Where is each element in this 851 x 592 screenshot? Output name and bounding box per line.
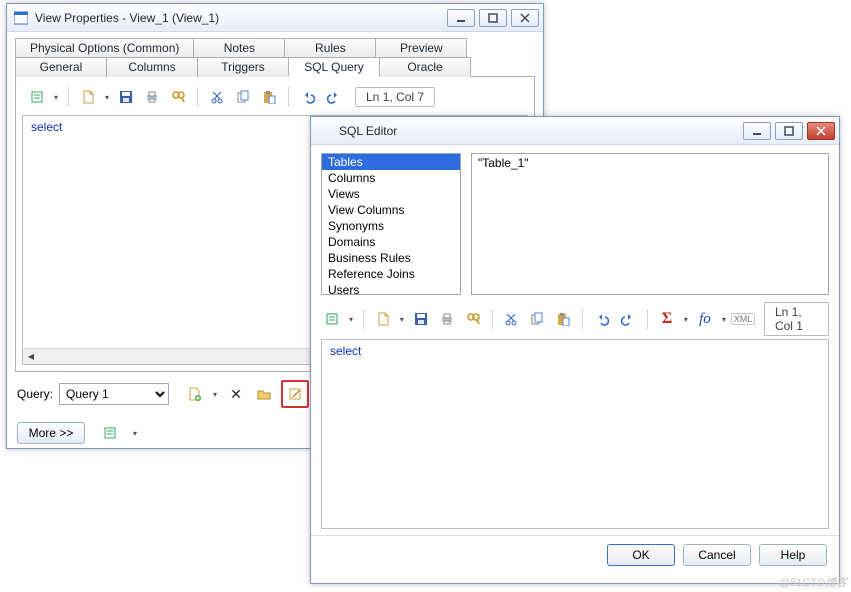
print-icon[interactable] — [141, 86, 163, 108]
tab-general[interactable]: General — [15, 57, 107, 77]
paste-icon[interactable] — [258, 86, 280, 108]
editor-toolbar: ▾ ▾ — [22, 83, 528, 111]
se-redo-icon[interactable] — [617, 308, 639, 330]
se-cut-icon[interactable] — [500, 308, 522, 330]
xml-icon[interactable]: XML — [732, 308, 754, 330]
format-menu-dropdown[interactable]: ▾ — [52, 93, 60, 102]
new-query-dropdown[interactable]: ▾ — [211, 390, 219, 399]
find-icon[interactable] — [167, 86, 189, 108]
se-cursor-status: Ln 1, Col 1 — [764, 302, 829, 336]
list-item[interactable]: Domains — [322, 234, 460, 250]
undo-icon[interactable] — [297, 86, 319, 108]
fo-icon[interactable]: fo — [694, 308, 716, 330]
copy-icon[interactable] — [232, 86, 254, 108]
se-code-content: select — [330, 344, 361, 358]
tab-triggers[interactable]: Triggers — [197, 57, 289, 77]
footer-options-icon[interactable] — [99, 422, 121, 444]
list-item[interactable]: Users — [322, 282, 460, 295]
se-format-menu-dropdown[interactable]: ▾ — [347, 315, 355, 324]
tab-physical-options[interactable]: Physical Options (Common) — [15, 38, 194, 57]
sql-editor-window: . SQL Editor Tables Columns Views View C… — [310, 116, 840, 584]
se-help-button[interactable]: Help — [759, 544, 827, 566]
se-minimize-button[interactable] — [743, 122, 771, 140]
query-label: Query: — [17, 387, 53, 401]
se-copy-icon[interactable] — [526, 308, 548, 330]
code-content: select — [31, 120, 62, 134]
list-item[interactable]: Reference Joins — [322, 266, 460, 282]
list-item[interactable]: View Columns — [322, 202, 460, 218]
tab-rules[interactable]: Rules — [284, 38, 376, 57]
scroll-left-icon[interactable]: ◀ — [23, 350, 39, 364]
tab-preview[interactable]: Preview — [375, 38, 467, 57]
format-menu-icon[interactable] — [26, 86, 48, 108]
se-save-icon[interactable] — [410, 308, 432, 330]
se-find-icon[interactable] — [462, 308, 484, 330]
se-print-icon[interactable] — [436, 308, 458, 330]
se-undo-icon[interactable] — [591, 308, 613, 330]
open-query-folder-icon[interactable] — [253, 383, 275, 405]
maximize-button[interactable] — [479, 9, 507, 27]
window-title: View Properties - View_1 (View_1) — [35, 11, 447, 25]
sql-editor-titlebar: . SQL Editor — [311, 117, 839, 145]
minimize-button[interactable] — [447, 9, 475, 27]
more-button[interactable]: More >> — [17, 422, 85, 444]
query-select[interactable]: Query 1 — [59, 383, 169, 405]
se-editor-toolbar: ▾ ▾ Σ▾ fo▾ X — [311, 299, 839, 339]
footer-options-dropdown[interactable]: ▾ — [131, 429, 139, 438]
save-icon[interactable] — [115, 86, 137, 108]
close-button[interactable] — [511, 9, 539, 27]
tab-notes[interactable]: Notes — [193, 38, 285, 57]
delete-query-button[interactable]: ✕ — [225, 383, 247, 405]
sigma-dropdown[interactable]: ▾ — [682, 315, 690, 324]
object-listbox[interactable]: "Table_1" — [471, 153, 829, 295]
object-item[interactable]: "Table_1" — [478, 156, 822, 170]
list-item[interactable]: Views — [322, 186, 460, 202]
list-item[interactable]: Synonyms — [322, 218, 460, 234]
tab-sql-query[interactable]: SQL Query — [288, 57, 380, 77]
fo-dropdown[interactable]: ▾ — [720, 315, 728, 324]
se-maximize-button[interactable] — [775, 122, 803, 140]
se-sql-code-editor[interactable]: select — [321, 339, 829, 529]
se-page-options-icon[interactable] — [372, 308, 394, 330]
list-item[interactable]: Business Rules — [322, 250, 460, 266]
category-listbox[interactable]: Tables Columns Views View Columns Synony… — [321, 153, 461, 295]
tab-row-2: General Columns Triggers SQL Query Oracl… — [15, 57, 535, 77]
edit-query-button[interactable] — [284, 383, 306, 405]
watermark: @51CTO博客 — [779, 574, 847, 590]
tab-row-1: Physical Options (Common) Notes Rules Pr… — [15, 38, 535, 57]
cursor-status: Ln 1, Col 7 — [355, 87, 435, 107]
view-properties-titlebar: View Properties - View_1 (View_1) — [7, 4, 543, 32]
list-item[interactable]: Columns — [322, 170, 460, 186]
window-icon — [13, 10, 29, 26]
se-footer: OK Cancel Help — [311, 535, 839, 578]
page-options-icon[interactable] — [77, 86, 99, 108]
list-item[interactable]: Tables — [322, 154, 460, 170]
se-close-button[interactable] — [807, 122, 835, 140]
page-options-dropdown[interactable]: ▾ — [103, 93, 111, 102]
se-ok-button[interactable]: OK — [607, 544, 675, 566]
se-page-options-dropdown[interactable]: ▾ — [398, 315, 406, 324]
sigma-icon[interactable]: Σ — [656, 308, 678, 330]
edit-query-highlight — [281, 380, 309, 408]
se-paste-icon[interactable] — [552, 308, 574, 330]
new-query-icon[interactable] — [183, 383, 205, 405]
tab-oracle[interactable]: Oracle — [379, 57, 471, 77]
se-format-menu-icon[interactable] — [321, 308, 343, 330]
tab-columns[interactable]: Columns — [106, 57, 198, 77]
se-cancel-button[interactable]: Cancel — [683, 544, 751, 566]
sql-editor-title: SQL Editor — [339, 124, 743, 138]
cut-icon[interactable] — [206, 86, 228, 108]
redo-icon[interactable] — [323, 86, 345, 108]
